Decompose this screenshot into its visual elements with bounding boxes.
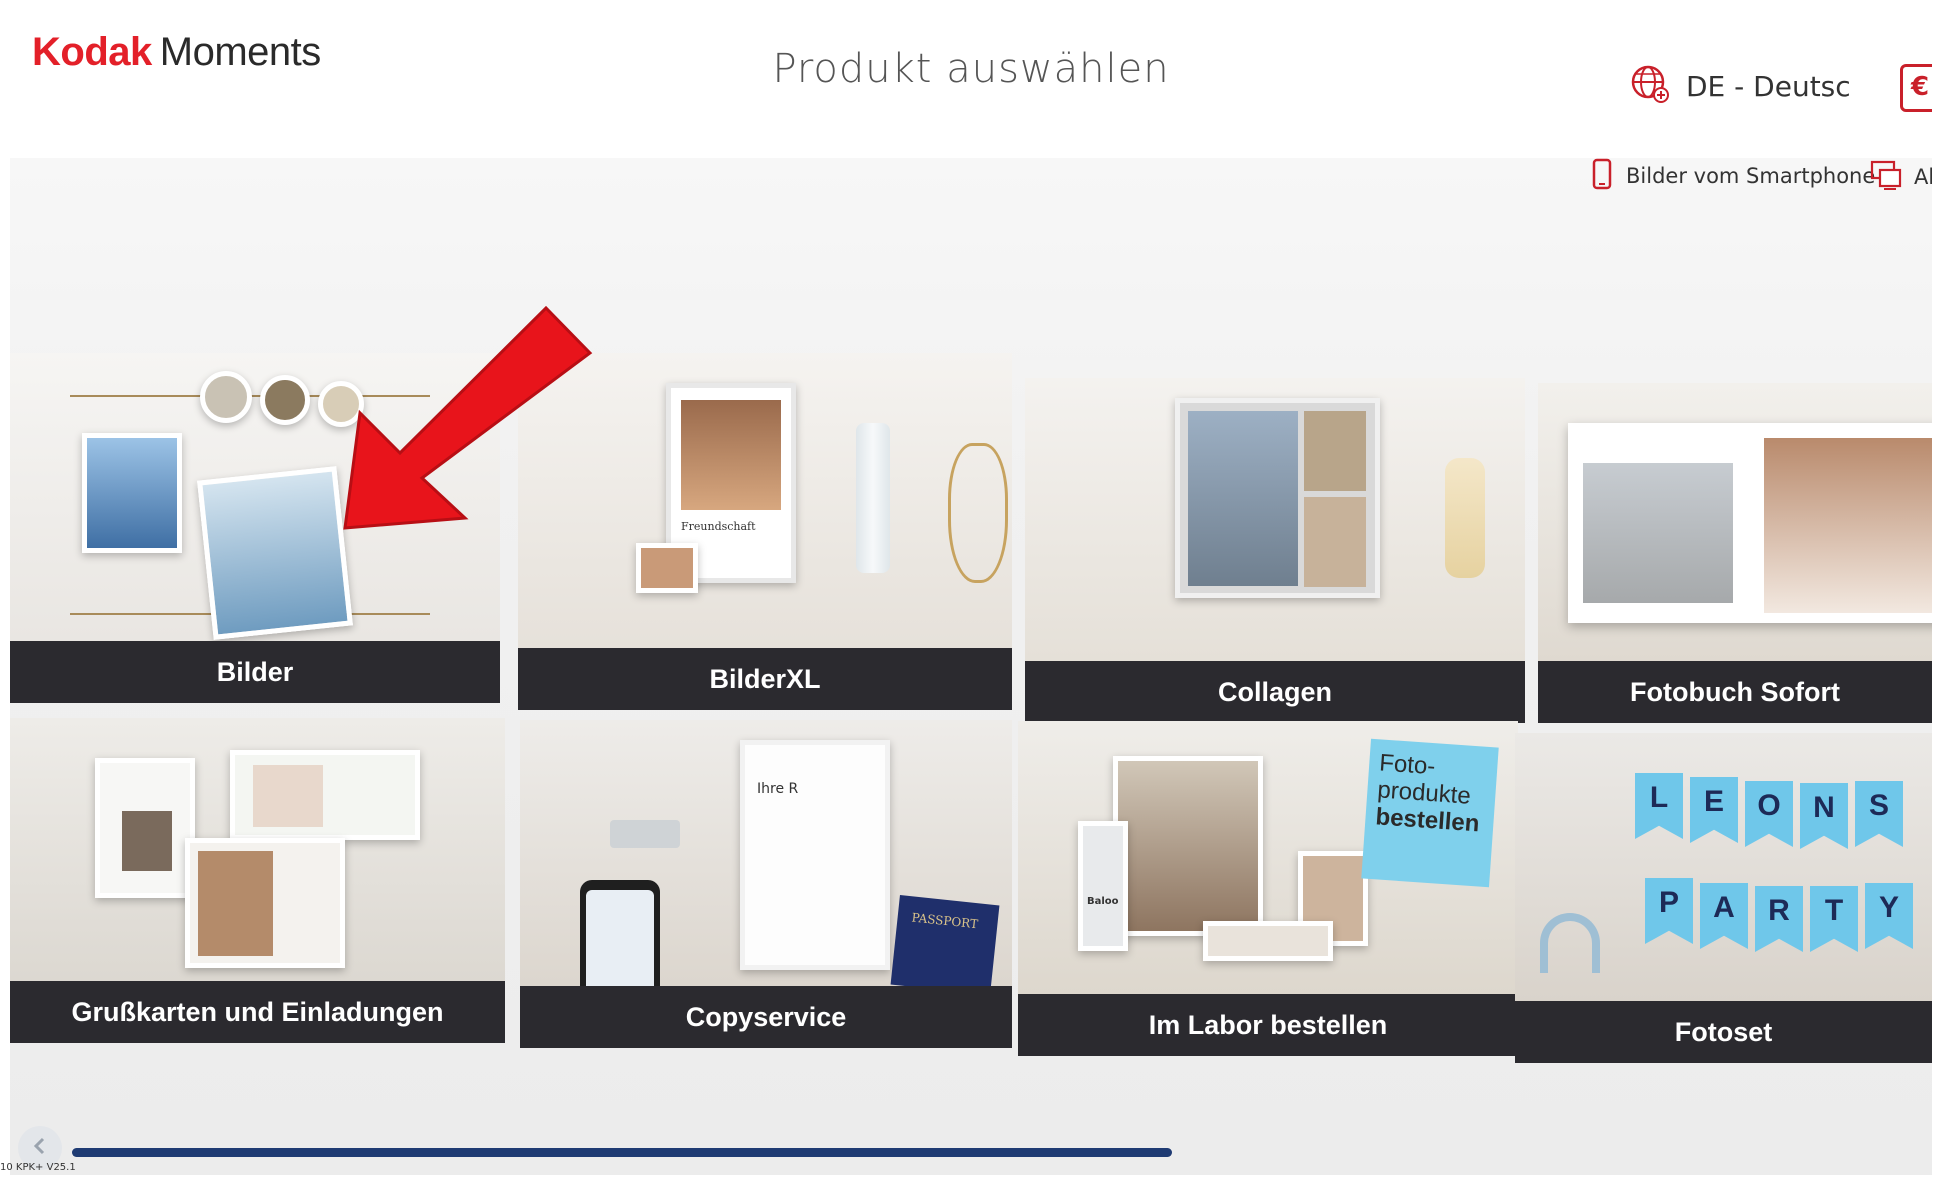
collagen-scene	[1025, 378, 1525, 661]
print-stack	[1203, 921, 1333, 961]
passport-prop: PASSPORT	[890, 895, 1000, 995]
poster-text: Freundschaft	[681, 520, 756, 533]
tile-bilderxl[interactable]: Freundschaft BilderXL	[518, 353, 1012, 710]
invitation-card	[230, 750, 420, 840]
monitor-icon	[1870, 158, 1904, 196]
document-stack: Ihre R	[740, 740, 890, 970]
tile-caption: Im Labor bestellen	[1018, 994, 1518, 1056]
chevron-left-icon	[31, 1137, 49, 1159]
collage-photo	[1188, 411, 1298, 586]
foto-produkte-badge: Foto- produkte bestellen	[1361, 738, 1499, 888]
bottle-photo: Baloo	[1078, 821, 1128, 951]
passport-text: PASSPORT	[910, 910, 979, 932]
tile-caption: Fotoset	[1515, 1001, 1932, 1063]
labor-scene: Baloo Foto- produkte bestellen	[1018, 721, 1518, 994]
scrollbar-thumb[interactable]	[72, 1148, 1172, 1157]
version-label: 10 KPK+ V25.1	[0, 1162, 76, 1173]
print-photo	[1113, 756, 1263, 936]
bilder-scene	[10, 353, 500, 641]
fotoset-scene: L E O N S P A R T Y	[1515, 733, 1932, 1001]
greeting-card	[95, 758, 195, 898]
banner-pennant: S	[1855, 781, 1903, 847]
poster-photo	[681, 400, 781, 510]
round-photo	[200, 371, 252, 423]
language-selector[interactable]: DE - Deutsc	[1630, 64, 1851, 108]
tile-copyservice[interactable]: Ihre R PASSPORT Copyservice	[520, 720, 1012, 1048]
tile-grusskarten[interactable]: Grußkarten und Einladungen	[10, 718, 505, 1043]
usb-stick	[610, 820, 680, 848]
photo-dog	[197, 466, 353, 640]
card-photo	[198, 851, 273, 956]
collage-photo	[1304, 411, 1366, 491]
euro-icon: €	[1910, 72, 1930, 102]
card-photo	[253, 765, 323, 827]
banner-pennant: Y	[1865, 883, 1913, 949]
bilderxl-scene: Freundschaft	[518, 353, 1012, 648]
tile-im-labor-bestellen[interactable]: Baloo Foto- produkte bestellen Im Labor …	[1018, 721, 1518, 1056]
round-photo	[260, 375, 310, 425]
round-photo	[318, 381, 364, 427]
smartphone-upload-link[interactable]: Bilder vom Smartphone	[1592, 158, 1875, 194]
tile-caption: BilderXL	[518, 648, 1012, 710]
banner-pennant: N	[1800, 783, 1848, 849]
smartphone-icon	[1592, 158, 1612, 194]
banner-pennant: L	[1635, 773, 1683, 839]
tile-fotobuch-sofort[interactable]: Fotobuch Sofort	[1538, 383, 1932, 723]
phone-screen	[586, 890, 654, 998]
bottle-label: Baloo	[1087, 896, 1119, 907]
copyservice-scene: Ihre R PASSPORT	[520, 720, 1012, 1010]
book-photo	[1764, 438, 1932, 613]
document-text: Ihre R	[757, 781, 799, 797]
tile-caption: Grußkarten und Einladungen	[10, 981, 505, 1043]
computer-link-label: Ab	[1914, 165, 1932, 189]
currency-button[interactable]: €	[1900, 64, 1932, 112]
smartphone-link-label: Bilder vom Smartphone	[1626, 164, 1876, 188]
card-photo	[122, 811, 172, 871]
globe-plus-icon	[1630, 64, 1670, 108]
grusskarten-scene	[10, 718, 505, 981]
rainbow-decor	[1540, 913, 1600, 973]
book-photo	[1583, 463, 1733, 603]
banner-pennant: R	[1755, 886, 1803, 952]
fotobuch-scene	[1538, 383, 1932, 661]
open-photobook	[1568, 423, 1932, 623]
photo-card	[185, 838, 345, 968]
collage-frame	[1175, 398, 1380, 598]
tile-caption: Fotobuch Sofort	[1538, 661, 1932, 723]
computer-upload-link[interactable]: Ab	[1870, 158, 1932, 196]
tile-bilder[interactable]: Bilder	[10, 353, 500, 703]
banner-pennant: T	[1810, 886, 1858, 952]
collage-photo	[1304, 497, 1366, 587]
language-label: DE - Deutsc	[1686, 69, 1851, 103]
small-frame	[636, 543, 698, 593]
photo-beach	[82, 433, 182, 553]
tile-caption: Copyservice	[520, 986, 1012, 1048]
tile-caption: Bilder	[10, 641, 500, 703]
tile-collagen[interactable]: Collagen	[1025, 378, 1525, 723]
banner-pennant: A	[1700, 883, 1748, 949]
kiosk-screen: Kodak Moments Produkt auswählen DE - Deut…	[10, 8, 1932, 1175]
glass-bottle	[856, 423, 890, 573]
banner-pennant: P	[1645, 878, 1693, 944]
gold-lantern	[948, 443, 1008, 583]
banner-pennant: E	[1690, 777, 1738, 843]
header: Kodak Moments Produkt auswählen DE - Deut…	[10, 8, 1932, 158]
banner-pennant: O	[1745, 781, 1793, 847]
tile-fotoset[interactable]: L E O N S P A R T Y Fotoset	[1515, 733, 1932, 1063]
tile-caption: Collagen	[1025, 661, 1525, 723]
vase	[1445, 458, 1485, 578]
